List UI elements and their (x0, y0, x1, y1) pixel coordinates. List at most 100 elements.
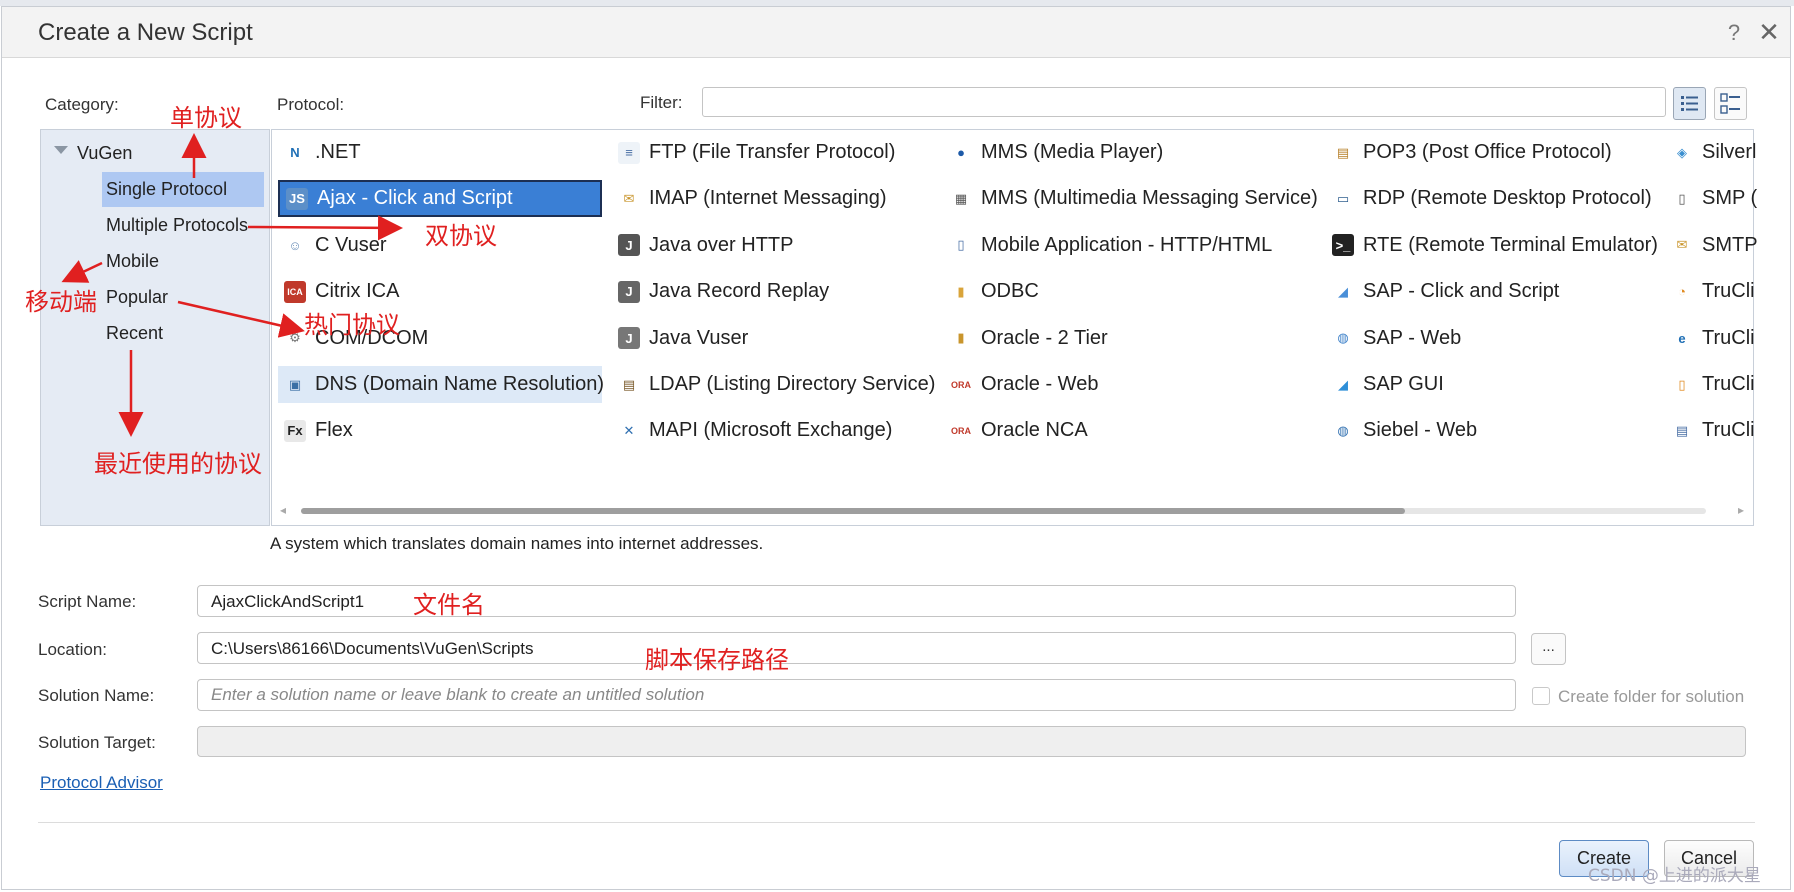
watermark: CSDN @上进的派大星 (1588, 866, 1761, 886)
mapi-icon: ✕ (623, 422, 635, 438)
filter-input[interactable] (702, 87, 1666, 117)
protocol-item[interactable]: ▮ Oracle - 2 Tier (944, 320, 1314, 357)
media-player-icon: ● (957, 145, 965, 160)
protocol-item[interactable]: J Java Record Replay (612, 273, 932, 310)
protocol-item[interactable]: ◍ SAP - Web (1326, 320, 1656, 357)
location-input[interactable]: C:\Users\86166\Documents\VuGen\Scripts (197, 632, 1516, 664)
protocol-item[interactable]: ▭ RDP (Remote Desktop Protocol) (1326, 180, 1656, 217)
close-icon[interactable]: ✕ (1756, 17, 1782, 48)
category-tree-root[interactable]: VuGen (77, 143, 132, 164)
protocol-label-text: SAP - Web (1363, 326, 1462, 349)
protocol-label-text: SAP GUI (1363, 373, 1444, 395)
help-icon[interactable]: ? (1724, 20, 1744, 46)
scroll-right-icon[interactable]: ▸ (1738, 503, 1744, 517)
dialog-titlebar (2, 7, 1790, 58)
protocol-item[interactable]: ▦ MMS (Multimedia Messaging Service) (944, 180, 1318, 217)
protocol-item[interactable]: ▯ TruCli (1665, 366, 1765, 403)
protocol-item[interactable]: J Java over HTTP (612, 227, 932, 264)
protocol-item[interactable]: ▯ SMP ( (1665, 180, 1765, 217)
protocol-label-text: Oracle NCA (981, 419, 1088, 442)
sap-click-icon: ◢ (1338, 283, 1348, 299)
script-name-input[interactable]: AjaxClickAndScript1 (197, 585, 1516, 617)
silverlight-icon: ◈ (1677, 144, 1687, 160)
protocol-item[interactable]: ◍ Siebel - Web (1326, 412, 1656, 449)
protocol-item[interactable]: ORA Oracle - Web (944, 366, 1314, 403)
protocol-label-text: Oracle - 2 Tier (981, 326, 1108, 349)
protocol-item[interactable]: ▯ Mobile Application - HTTP/HTML (944, 227, 1314, 264)
protocol-label-text: Java Record Replay (649, 280, 830, 303)
protocol-item[interactable]: ▤ TruCli (1665, 412, 1765, 449)
protocol-item[interactable]: ◢ SAP - Click and Script (1326, 273, 1656, 310)
mobile-app-icon: ▯ (957, 237, 965, 253)
category-item-multiple-protocols[interactable]: Multiple Protocols (102, 208, 264, 243)
java-vuser-icon: J (618, 327, 640, 350)
solution-target-field[interactable] (197, 726, 1746, 757)
protocol-item[interactable]: ▮ ODBC (944, 273, 1314, 310)
protocol-item[interactable]: >_ RTE (Remote Terminal Emulator) (1326, 227, 1658, 264)
detail-view-button[interactable] (1714, 87, 1747, 120)
protocol-advisor-link[interactable]: Protocol Advisor (40, 773, 163, 793)
envelope-icon: ✉ (623, 190, 635, 206)
protocol-item[interactable]: ≡ FTP (File Transfer Protocol) (612, 134, 932, 171)
dialog-title: Create a New Script (38, 19, 253, 46)
protocol-label-text: Citrix ICA (315, 280, 400, 303)
annotation-recent: 最近使用的协议 (94, 450, 262, 478)
category-item-popular[interactable]: Popular (102, 280, 264, 315)
protocol-label-text: MAPI (Microsoft Exchange) (649, 419, 893, 442)
create-folder-checkbox[interactable] (1532, 687, 1550, 705)
list-view-icon (1681, 96, 1698, 111)
protocol-label-text: TruCli (1702, 419, 1755, 442)
protocol-item[interactable]: ✕ MAPI (Microsoft Exchange) (612, 412, 932, 449)
truclient-ie-icon: e (1678, 330, 1686, 346)
protocol-item[interactable]: ◔ TruCli (1665, 273, 1765, 310)
ftp-icon: ≡ (618, 141, 640, 164)
solution-name-input[interactable] (197, 679, 1516, 711)
protocol-item[interactable]: ▤ LDAP (Listing Directory Service) (612, 366, 936, 403)
truclient-icon: ◔ (1678, 284, 1686, 300)
protocol-item[interactable]: ✉ SMTP (1665, 227, 1765, 264)
flex-icon: Fx (284, 419, 306, 442)
oracle-nca-icon: ORA (951, 425, 971, 436)
protocol-item[interactable]: ▤ POP3 (Post Office Protocol) (1326, 134, 1656, 171)
protocol-label-text: MMS (Media Player) (981, 141, 1164, 163)
category-item-recent[interactable]: Recent (102, 316, 264, 351)
protocol-item[interactable]: N .NET (278, 134, 602, 171)
protocol-item[interactable]: Fx Flex (278, 412, 602, 449)
protocol-label-text: DNS (Domain Name Resolution) (315, 373, 604, 395)
protocol-label-text: .NET (315, 141, 361, 163)
protocol-item[interactable]: ▣ DNS (Domain Name Resolution) (278, 366, 604, 403)
protocol-item[interactable]: ✉ IMAP (Internet Messaging) (612, 180, 932, 217)
protocol-item[interactable]: ◢ SAP GUI (1326, 366, 1656, 403)
scroll-left-icon[interactable]: ◂ (280, 503, 286, 517)
ldap-icon: ▤ (622, 376, 636, 392)
list-view-button[interactable] (1673, 87, 1706, 120)
protocol-item[interactable]: J Java Vuser (612, 320, 932, 357)
protocol-item[interactable]: e TruCli (1665, 320, 1765, 357)
citrix-icon: ICA (284, 280, 306, 303)
smp-icon: ▯ (1678, 190, 1686, 206)
category-item-mobile[interactable]: Mobile (102, 244, 264, 279)
category-item-single-protocol[interactable]: Single Protocol (102, 172, 264, 207)
protocol-item[interactable]: ◈ Silverl (1665, 134, 1765, 171)
category-label: Category: (45, 95, 119, 114)
protocol-label-text: C Vuser (315, 233, 387, 256)
tree-expand-icon[interactable] (54, 146, 68, 154)
protocol-item[interactable]: ORA Oracle NCA (944, 412, 1314, 449)
oracle-web-icon: ORA (951, 379, 971, 390)
filter-label: Filter: (640, 93, 683, 112)
protocol-item[interactable]: JS Ajax - Click and Script (278, 180, 602, 218)
protocol-label: Protocol: (277, 95, 345, 114)
rdp-icon: ▭ (1336, 190, 1350, 206)
dns-icon: ▣ (288, 376, 302, 392)
protocol-description: A system which translates domain names i… (270, 534, 764, 553)
scrollbar-thumb[interactable] (301, 508, 1405, 514)
pop3-icon: ▤ (1336, 144, 1350, 160)
protocol-label-text: ODBC (981, 280, 1039, 303)
sap-gui-icon: ◢ (1338, 376, 1348, 392)
protocol-label-text: POP3 (Post Office Protocol) (1363, 141, 1612, 163)
browse-button[interactable]: ... (1531, 633, 1566, 665)
dotnet-icon: N (290, 145, 300, 160)
solution-target-label: Solution Target: (38, 733, 156, 752)
database-icon: ▮ (957, 283, 965, 299)
protocol-item[interactable]: ● MMS (Media Player) (944, 134, 1314, 171)
